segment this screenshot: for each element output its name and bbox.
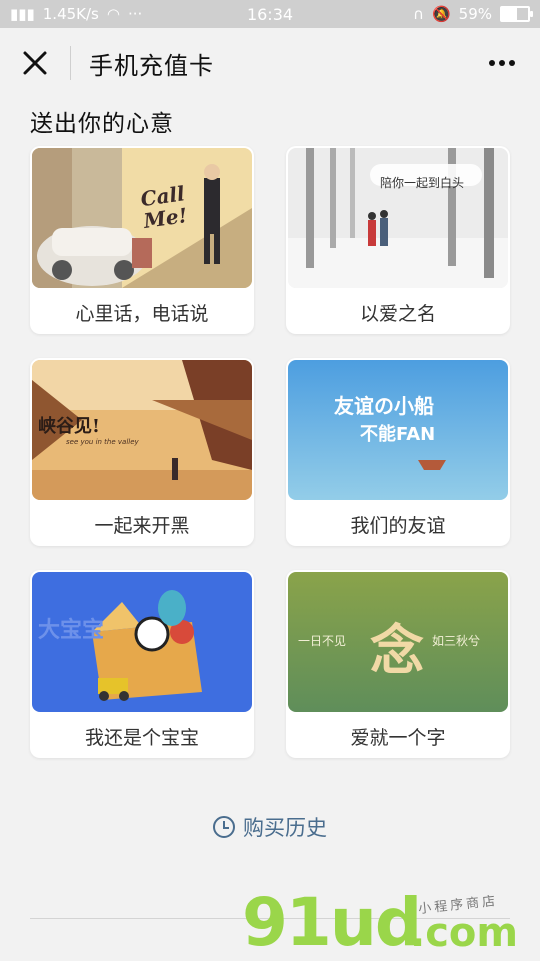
card-art-text: 念	[370, 618, 424, 682]
battery-text: 59%	[458, 5, 492, 23]
card-grid: Call Me! 心里话，电话说 陪你一起到白头 以爱之名 峡谷见! see y…	[30, 146, 510, 758]
dot-icon	[489, 60, 495, 66]
signal-icon: ▮▮▮	[10, 5, 35, 23]
header-divider	[70, 46, 71, 80]
card-label: 爱就一个字	[350, 726, 446, 749]
card-label: 我们的友谊	[350, 514, 446, 537]
card-label: 我还是个宝宝	[84, 726, 199, 749]
card-art-text-2: 不能FAN	[360, 424, 436, 445]
card-art-text: 峡谷见!	[38, 416, 100, 437]
clock-icon	[213, 816, 235, 838]
card-art-right: 如三秋兮	[432, 634, 481, 648]
card-art-text: 大宝宝	[38, 618, 105, 643]
card-friendship[interactable]: 友谊の小船 不能FAN 我们的友谊	[286, 358, 510, 546]
close-button[interactable]	[0, 28, 70, 98]
card-art-left: 一日不见	[298, 634, 347, 648]
card-image: 大宝宝	[32, 572, 252, 712]
card-image: Call Me!	[32, 148, 252, 288]
card-label: 一起来开黑	[94, 514, 190, 537]
card-art-subtext: see you in the valley	[66, 438, 139, 446]
watermark-domain: .com	[410, 910, 519, 956]
dot-icon	[499, 60, 505, 66]
battery-icon	[500, 6, 533, 22]
mute-icon: 🔕	[431, 5, 451, 23]
network-speed: 1.45K/s	[42, 5, 99, 23]
card-art-text: Call Me!	[139, 181, 189, 233]
watermark-main: 91ud	[242, 884, 422, 961]
card-one-word[interactable]: 一日不见 念 如三秋兮 爱就一个字	[286, 570, 510, 758]
status-time: 16:34	[246, 4, 294, 24]
card-image: 陪你一起到白头	[288, 148, 508, 288]
section-title: 送出你的心意	[30, 111, 174, 137]
card-art-text: 陪你一起到白头	[380, 176, 465, 190]
watermark-logo: 91ud .com 小程序商店	[242, 886, 532, 960]
top-bar: 手机充值卡	[0, 28, 540, 98]
card-label: 心里话，电话说	[75, 302, 209, 325]
headset-icon: ∩	[412, 5, 424, 23]
purchase-history-label: 购买历史	[243, 816, 327, 840]
card-art-text: 友谊の小船	[334, 394, 434, 418]
card-label: 以爱之名	[359, 302, 436, 325]
wifi-icon: ◠	[106, 5, 120, 23]
more-options-button[interactable]	[484, 50, 520, 76]
close-icon	[23, 51, 47, 75]
card-game[interactable]: 峡谷见! see you in the valley 一起来开黑	[30, 358, 254, 546]
dot-icon	[509, 60, 515, 66]
purchase-history-link[interactable]: 购买历史	[0, 812, 540, 842]
status-bar: ▮▮▮ 1.45K/s ◠ ··· 16:34 ∩ 🔕 59%	[0, 0, 540, 28]
card-baby[interactable]: 大宝宝 我还是个宝宝	[30, 570, 254, 758]
card-image: 峡谷见! see you in the valley	[32, 360, 252, 500]
card-image: 友谊の小船 不能FAN	[288, 360, 508, 500]
card-call-me[interactable]: Call Me! 心里话，电话说	[30, 146, 254, 334]
card-image: 一日不见 念 如三秋兮	[288, 572, 508, 712]
page-title: 手机充值卡	[89, 51, 214, 80]
card-love[interactable]: 陪你一起到白头 以爱之名	[286, 146, 510, 334]
more-status-icon: ···	[127, 5, 143, 23]
